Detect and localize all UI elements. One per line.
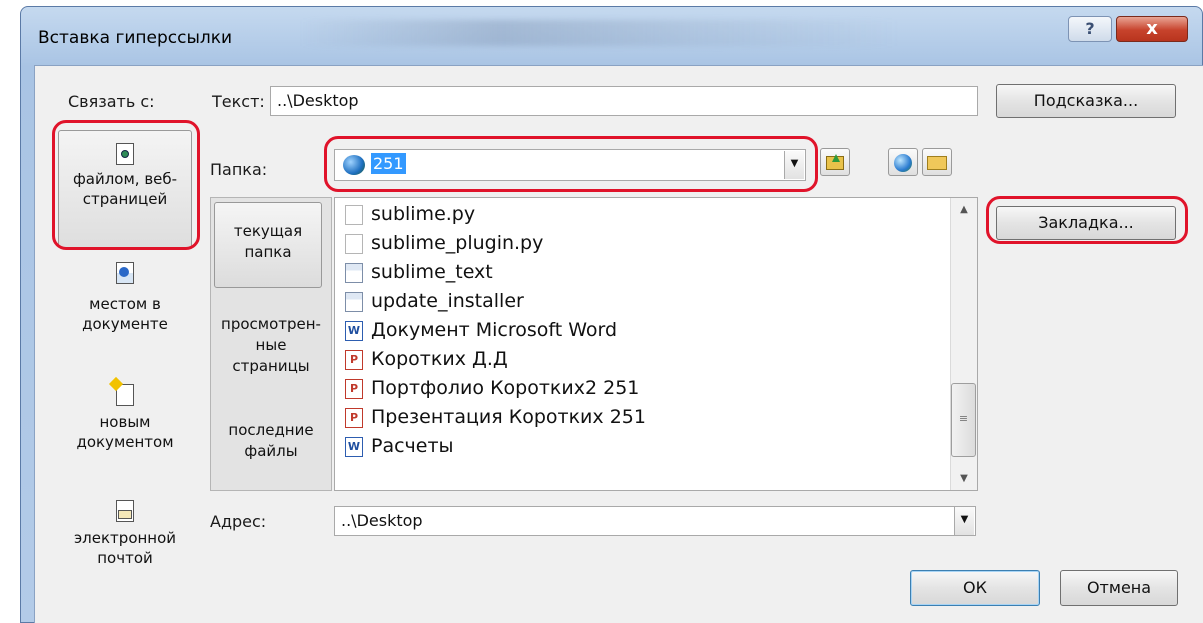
file-name: Коротких Д.Д xyxy=(371,348,508,370)
address-value: ..\Desktop xyxy=(341,511,423,530)
ok-button[interactable]: ОК xyxy=(910,570,1040,606)
screentip-button[interactable]: Подсказка... xyxy=(996,84,1176,118)
browse-web-icon[interactable] xyxy=(888,148,918,176)
scrollbar-thumb[interactable]: ≡ xyxy=(951,383,976,457)
scroll-down-arrow[interactable]: ▼ xyxy=(951,473,977,484)
list-item[interactable]: W Документ Microsoft Word xyxy=(345,316,977,345)
list-item[interactable]: update_installer xyxy=(345,287,977,316)
tab-current-folder-line1: текущая xyxy=(233,222,303,240)
folder-value: 251 xyxy=(371,153,406,174)
ppt-file-icon: P xyxy=(345,349,363,370)
file-name: update_installer xyxy=(371,290,524,312)
browse-file-icon[interactable] xyxy=(922,148,952,176)
file-name: sublime_plugin.py xyxy=(371,232,544,254)
tab-browsed-pages-line2: ные xyxy=(255,336,287,354)
link-to-place-label-2: документе xyxy=(82,315,168,333)
cancel-button[interactable]: Отмена xyxy=(1060,570,1178,606)
up-folder-icon[interactable] xyxy=(820,148,850,176)
link-to-place-in-document[interactable]: местом в документе xyxy=(58,262,192,362)
link-to-new-doc-label-1: новым xyxy=(99,413,151,431)
py-file-icon xyxy=(345,233,363,254)
place-in-document-icon xyxy=(58,262,192,284)
tab-browsed-pages[interactable]: просмотрен- ные страницы xyxy=(210,314,332,384)
list-item[interactable]: P Коротких Д.Д xyxy=(345,345,977,374)
file-web-icon xyxy=(59,143,191,165)
help-button[interactable]: ? xyxy=(1068,16,1112,42)
tab-recent-files-line2: файлы xyxy=(244,442,298,460)
link-to-file-label-1: файлом, веб- xyxy=(72,170,178,188)
address-dropdown-arrow[interactable]: ▼ xyxy=(954,507,974,535)
list-item[interactable]: W Расчеты xyxy=(345,432,977,461)
dialog-title: Вставка гиперссылки xyxy=(38,28,233,48)
word-file-icon: W xyxy=(345,436,363,457)
file-name: Презентация Коротких 251 xyxy=(371,406,646,428)
file-name: Документ Microsoft Word xyxy=(371,319,618,341)
file-name: Расчеты xyxy=(371,435,454,457)
link-to-place-label-1: местом в xyxy=(89,295,161,313)
close-button[interactable]: x xyxy=(1116,16,1188,42)
list-item[interactable]: sublime_plugin.py xyxy=(345,229,977,258)
folder-select[interactable]: 251 xyxy=(334,149,806,181)
link-to-email-label-1: электронной xyxy=(73,529,177,547)
list-item[interactable]: P Портфолио Коротких2 251 xyxy=(345,374,977,403)
text-label: Текст: xyxy=(212,92,265,111)
bookmark-button[interactable]: Закладка... xyxy=(996,206,1176,240)
file-name: Портфолио Коротких2 251 xyxy=(371,377,640,399)
link-to-label: Связать с: xyxy=(68,92,155,111)
list-item[interactable]: sublime_text xyxy=(345,258,977,287)
link-to-new-doc-label-2: документом xyxy=(76,433,174,451)
folder-label: Папка: xyxy=(210,160,268,179)
tab-recent-files-line1: последние xyxy=(228,421,314,439)
tab-browsed-pages-line1: просмотрен- xyxy=(221,315,321,333)
link-to-file-label-2: страницей xyxy=(82,190,168,208)
tab-current-folder[interactable]: текущая папка xyxy=(214,202,322,288)
email-icon xyxy=(58,500,192,522)
tab-recent-files[interactable]: последние файлы xyxy=(210,420,332,470)
link-to-file-web-page[interactable]: файлом, веб- страницей xyxy=(58,130,192,248)
link-to-email[interactable]: электронной почтой xyxy=(58,500,192,580)
folder-dropdown-arrow[interactable]: ▼ xyxy=(784,151,804,179)
link-to-email-label-2: почтой xyxy=(97,549,153,567)
text-input[interactable]: ..\Desktop xyxy=(270,86,978,116)
network-folder-icon xyxy=(343,154,365,175)
tab-current-folder-line2: папка xyxy=(244,243,292,261)
file-name: sublime.py xyxy=(371,203,476,225)
exe-file-icon xyxy=(345,262,363,283)
list-item[interactable]: P Презентация Коротких 251 xyxy=(345,403,977,432)
tab-browsed-pages-line3: страницы xyxy=(232,357,310,375)
word-file-icon: W xyxy=(345,320,363,341)
address-label: Адрес: xyxy=(210,512,267,531)
ppt-file-icon: P xyxy=(345,378,363,399)
link-to-new-document[interactable]: новым документом xyxy=(58,376,192,474)
file-list[interactable]: sublime.py sublime_plugin.py sublime_textu… xyxy=(334,197,978,491)
list-item[interactable]: sublime.py xyxy=(345,200,977,229)
ppt-file-icon: P xyxy=(345,407,363,428)
address-input[interactable]: ..\Desktop xyxy=(334,506,976,536)
title-bar-blur xyxy=(300,20,900,46)
exe-file-icon xyxy=(345,291,363,312)
new-document-icon xyxy=(58,376,192,406)
file-name: sublime_text xyxy=(371,261,493,283)
py-file-icon xyxy=(345,204,363,225)
file-rows: sublime.py sublime_plugin.py sublime_textu… xyxy=(335,198,977,461)
scroll-up-arrow[interactable]: ▲ xyxy=(951,198,977,215)
